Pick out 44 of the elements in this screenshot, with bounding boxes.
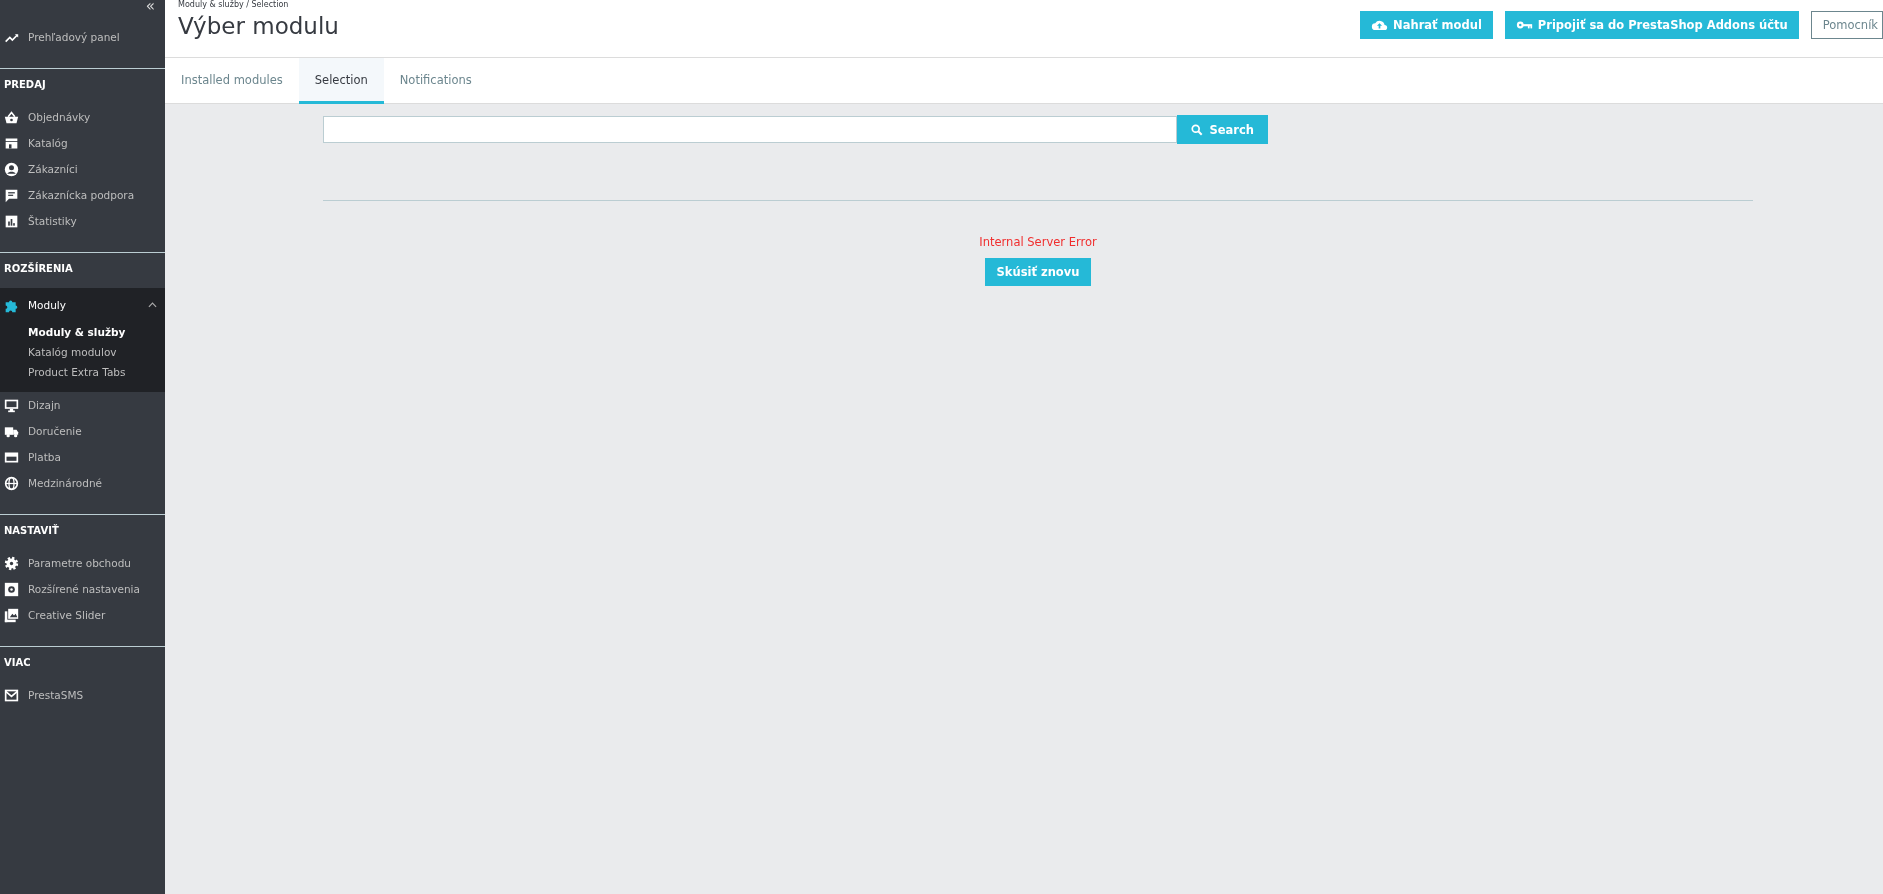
sidebar-item[interactable]: Zákazníci: [0, 156, 165, 182]
sidebar-item[interactable]: Štatistiky: [0, 208, 165, 234]
tab[interactable]: Installed modules: [165, 58, 299, 104]
sidebar-item[interactable]: Objednávky: [0, 104, 165, 130]
basket-icon: [4, 109, 19, 125]
sidebar-item[interactable]: Creative Slider: [0, 602, 165, 628]
submenu-item[interactable]: Katalóg modulov: [0, 342, 165, 362]
globe-icon: [4, 475, 19, 491]
sidebar-item[interactable]: PrestaSMS: [0, 682, 165, 708]
submenu-item[interactable]: Moduly & služby: [0, 322, 165, 342]
error-message: Internal Server Error: [979, 235, 1097, 249]
sidebar-item[interactable]: Katalóg: [0, 130, 165, 156]
key-icon: [1515, 19, 1533, 31]
search-field[interactable]: [323, 116, 1178, 143]
cloud-upload-icon: [1371, 19, 1389, 31]
submenu-item[interactable]: Product Extra Tabs: [0, 362, 165, 382]
sidebar-item[interactable]: Zákaznícka podpora: [0, 182, 165, 208]
settings-icon: [4, 555, 19, 571]
collapse-button[interactable]: «: [135, 0, 165, 14]
monitor-icon: [4, 397, 19, 413]
sidebar-item[interactable]: Moduly: [0, 288, 165, 322]
tab[interactable]: Selection: [298, 58, 384, 104]
sidebar-item[interactable]: Medzinárodné: [0, 470, 165, 496]
header-button[interactable]: Pomocník: [1810, 11, 1883, 39]
bar-chart-icon: [4, 213, 19, 229]
envelope-icon: [4, 687, 19, 703]
sidebar-item[interactable]: Doručenie: [0, 418, 165, 444]
chat-icon: [4, 187, 19, 203]
section-heading: NASTAVIŤ: [3, 525, 60, 538]
section-heading: PREDAJ: [3, 79, 47, 92]
gear-box-icon: [4, 581, 19, 597]
section-heading: ROZŠÍRENIA: [3, 263, 74, 276]
sidebar-item[interactable]: Platba: [0, 444, 165, 470]
breadcrumb: Moduly & služby / Selection: [178, 0, 290, 9]
tab[interactable]: Notifications: [383, 58, 488, 104]
page-title: Výber modulu: [178, 13, 339, 39]
search-icon: [1191, 123, 1204, 136]
sidebar-item[interactable]: Dizajn: [0, 392, 165, 418]
section-heading: VIAC: [3, 657, 32, 670]
sidebar-item[interactable]: Parametre obchodu: [0, 550, 165, 576]
user-circle-icon: [4, 161, 19, 177]
images-icon: [4, 607, 19, 623]
sidebar-item[interactable]: Rozšírené nastavenia: [0, 576, 165, 602]
sidebar-item[interactable]: Prehľadový panel: [0, 24, 165, 50]
